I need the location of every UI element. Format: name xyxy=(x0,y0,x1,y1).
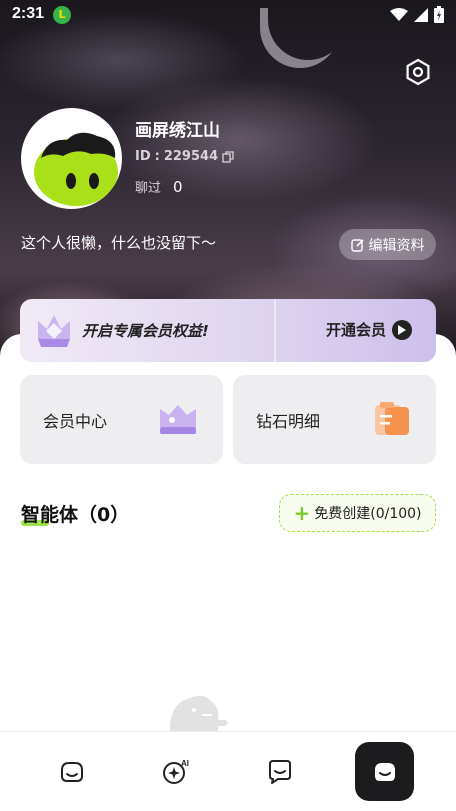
chat-count: 0 xyxy=(173,177,183,196)
clipboard-icon xyxy=(375,402,409,435)
tab-profile[interactable] xyxy=(355,742,414,801)
user-bio: 这个人很懒，什么也没留下～ xyxy=(21,234,217,252)
create-agent-label: 免费创建(0/100) xyxy=(314,506,422,522)
diamond-detail-card[interactable]: 钻石明细 xyxy=(233,375,436,464)
copy-icon[interactable] xyxy=(222,150,234,163)
open-vip-button[interactable]: 开通会员 xyxy=(326,319,413,340)
tab-messages[interactable] xyxy=(250,744,310,800)
edit-profile-button[interactable]: 编辑资料 xyxy=(339,229,436,260)
vip-divider xyxy=(274,299,276,362)
user-id-label: ID xyxy=(135,149,151,164)
arrow-right-icon xyxy=(392,319,413,340)
status-time: 2:31 xyxy=(12,5,45,22)
edit-icon xyxy=(350,238,364,252)
user-id-value: 229544 xyxy=(163,149,219,164)
vip-crown-icon xyxy=(38,315,70,347)
svg-text:AI: AI xyxy=(181,759,189,768)
diamond-detail-label: 钻石明细 xyxy=(256,412,321,431)
member-center-card[interactable]: 会员中心 xyxy=(20,375,223,464)
open-vip-label: 开通会员 xyxy=(326,321,387,339)
tab-home[interactable] xyxy=(42,744,102,800)
bottom-tab-bar: AI xyxy=(0,731,456,811)
user-id-row: ID: 229544 xyxy=(135,149,234,164)
member-center-label: 会员中心 xyxy=(43,412,108,431)
signal-icon xyxy=(414,7,428,22)
chat-row: 聊过 0 xyxy=(135,177,183,197)
empty-state-illustration xyxy=(169,695,228,734)
avatar-image xyxy=(34,132,118,206)
edit-profile-label: 编辑资料 xyxy=(368,237,425,254)
profile-face-icon xyxy=(374,762,395,781)
chat-label: 聊过 xyxy=(135,181,162,196)
message-icon xyxy=(269,760,291,784)
vip-banner-title: 开启专属会员权益! xyxy=(82,322,209,340)
status-bar: 2:31 L xyxy=(0,0,456,30)
vip-banner[interactable]: 开启专属会员权益! 开通会员 xyxy=(20,299,436,362)
create-agent-button[interactable]: + 免费创建(0/100) xyxy=(279,494,436,532)
ai-sparkle-icon: AI xyxy=(163,759,189,784)
status-icons xyxy=(390,6,444,23)
wifi-icon xyxy=(390,7,408,21)
agents-section-title: 智能体（0） xyxy=(21,504,130,526)
settings-icon[interactable] xyxy=(404,58,432,86)
tab-ai[interactable]: AI xyxy=(146,744,206,800)
crown-icon xyxy=(160,405,196,434)
home-face-icon xyxy=(61,762,83,782)
plus-icon: + xyxy=(293,501,311,525)
app-notification-icon: L xyxy=(53,6,71,24)
battery-icon xyxy=(434,6,444,23)
avatar[interactable] xyxy=(21,108,122,209)
user-name: 画屏绣江山 xyxy=(135,121,220,141)
